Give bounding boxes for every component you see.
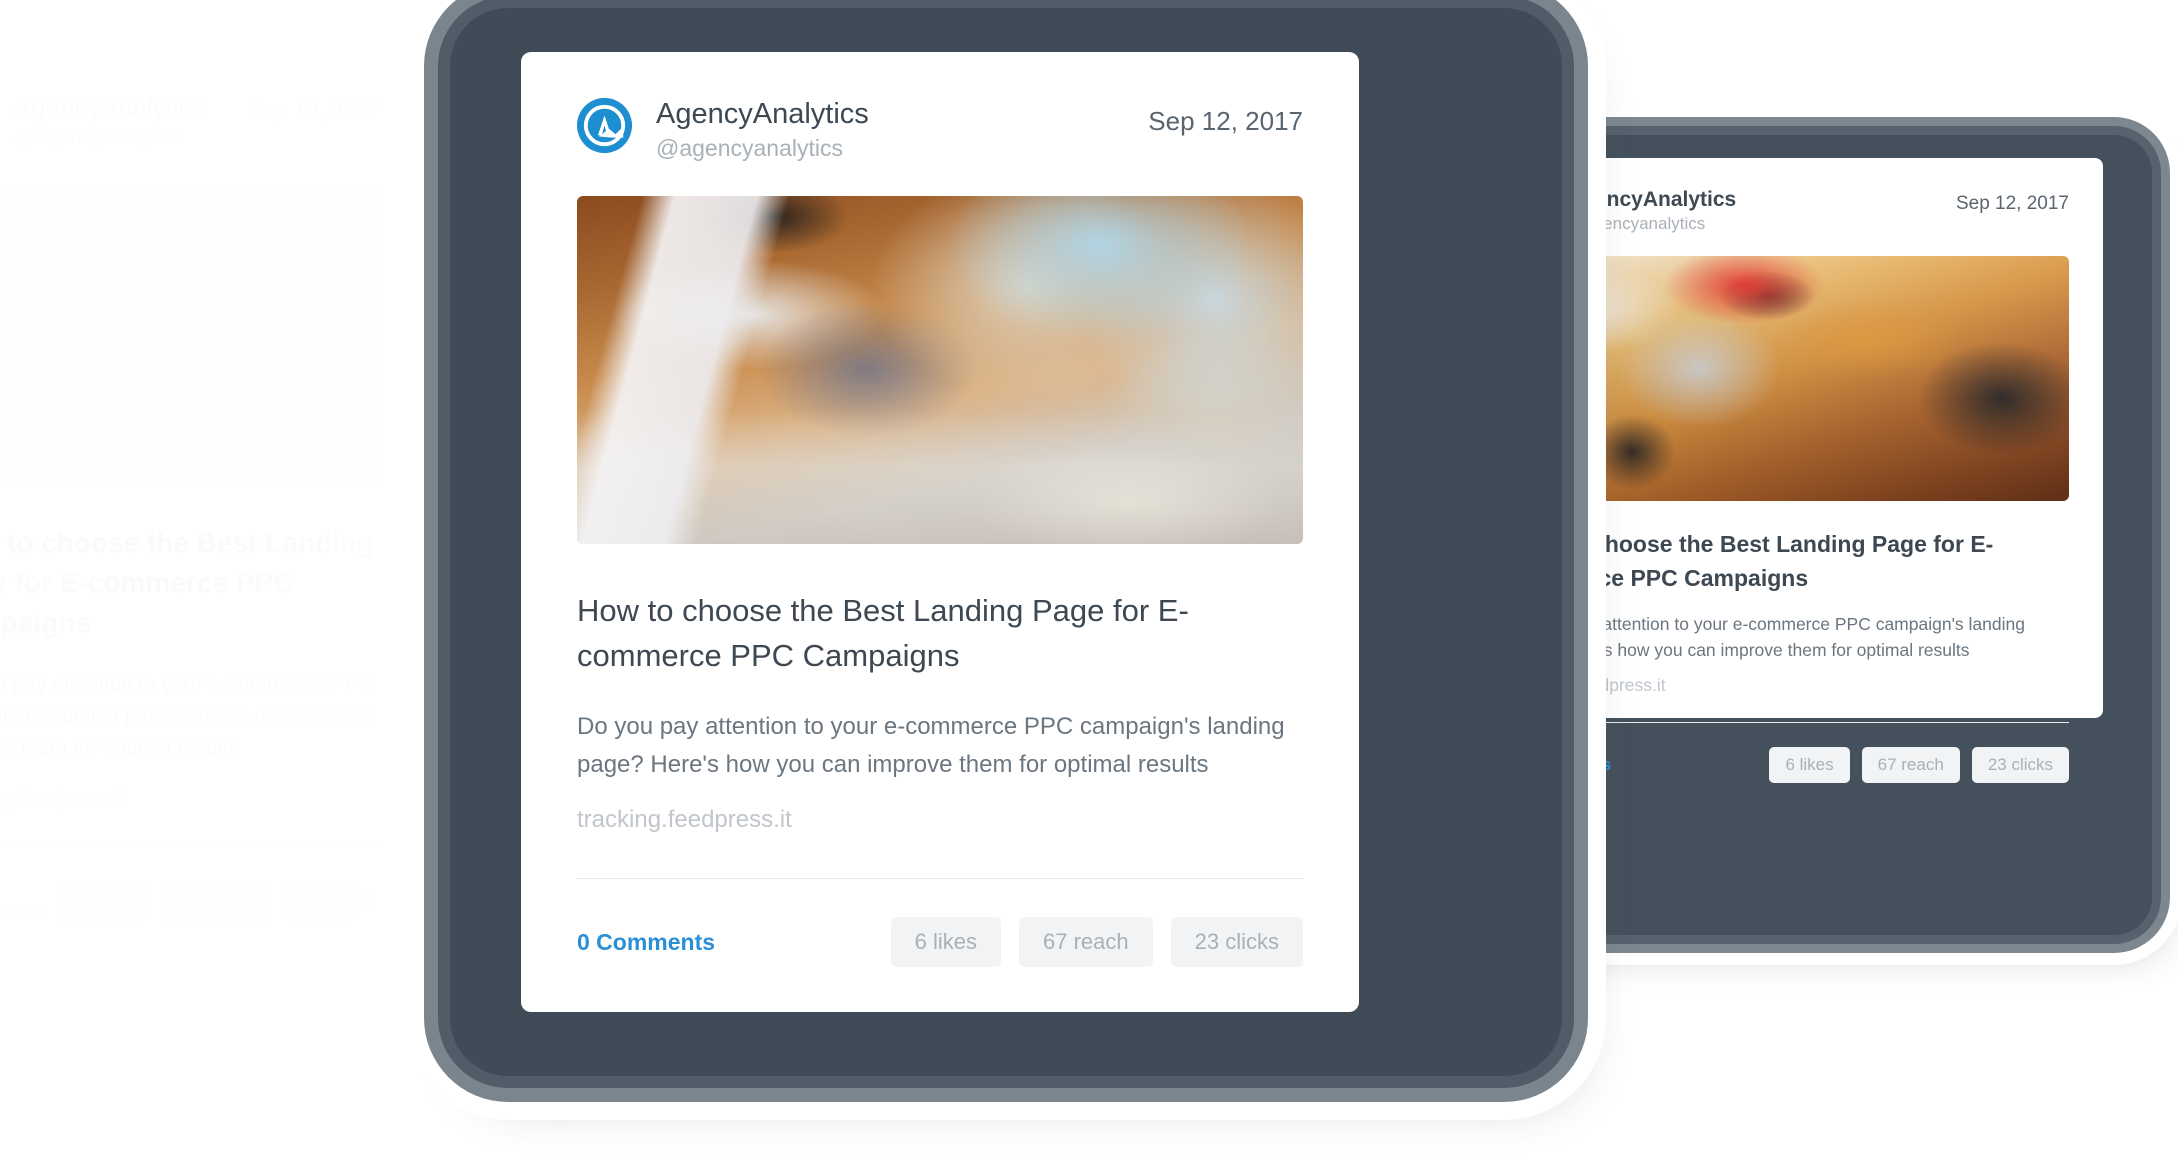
stat-pill-likes: 6 likes: [1769, 747, 1850, 783]
person-typing-on-laptop-at-desk-photo: [577, 196, 1303, 544]
post-date: Sep 12, 2017: [249, 98, 380, 123]
person-with-laptop-and-coffee-mug-photo: [1509, 256, 2069, 501]
stat-pill-likes: 6 likes: [57, 880, 148, 922]
footer-divider: [577, 878, 1303, 879]
account-handle: @agencyanalytics: [656, 135, 843, 161]
account-name: AgencyAnalytics: [1567, 188, 1737, 211]
account-names: AgencyAnalytics @agencyanalytics: [14, 92, 205, 151]
card-footer: 0 Comments 6 likes 67 reach 23 clicks: [577, 917, 1303, 967]
stat-pill-clicks: 23 clicks: [1971, 747, 2069, 783]
card-footer: 0 Comments 6 likes 67 reach 23 clicks: [1509, 747, 2069, 783]
account-handle: @agencyanalytics: [14, 126, 185, 149]
comments-link[interactable]: 0 Comments: [0, 878, 43, 924]
account-handle: @agencyanalytics: [1567, 214, 1706, 233]
post-date: Sep 12, 2017: [1148, 106, 1303, 136]
post-title[interactable]: How to choose the Best Landing Page for …: [577, 588, 1303, 678]
stat-pill-likes: 6 likes: [890, 917, 1002, 967]
stat-pill-reach: 67 reach: [161, 880, 272, 922]
stat-pill-reach: 67 reach: [1019, 917, 1153, 967]
social-post-card-left-faded[interactable]: AgencyAnalytics @agencyanalytics Sep 12,…: [0, 40, 440, 1020]
post-url[interactable]: tracking.feedpress.it: [0, 789, 380, 813]
pens-and-notebook-on-desk-photo: [0, 187, 380, 487]
card-header: AgencyAnalytics @agencyanalytics Sep 12,…: [0, 92, 380, 151]
post-url[interactable]: tracking.feedpress.it: [1509, 675, 2069, 696]
account-names: AgencyAnalytics @agencyanalytics: [1567, 188, 1736, 234]
account-name: AgencyAnalytics: [656, 98, 869, 130]
agencyanalytics-logo-icon: [577, 98, 632, 153]
social-post-card-center[interactable]: AgencyAnalytics @agencyanalytics Sep 12,…: [521, 52, 1359, 1012]
footer-divider: [1509, 722, 2069, 723]
account-names: AgencyAnalytics @agencyanalytics: [656, 98, 869, 162]
comments-link[interactable]: 0 Comments: [577, 929, 715, 956]
stats-group: 6 likes 67 reach 23 clicks: [1757, 747, 2069, 783]
post-description: Do you pay attention to your e-commerce …: [577, 713, 1285, 778]
post-title[interactable]: How to choose the Best Landing Page for …: [0, 523, 380, 643]
stats-group: 6 likes 67 reach 23 clicks: [873, 917, 1303, 967]
stat-pill-clicks: 23 clicks: [285, 880, 395, 922]
footer-divider: [0, 847, 380, 848]
post-description: Do you pay attention to your e-commerce …: [0, 673, 375, 760]
social-post-card-right[interactable]: AgencyAnalytics @agencyanalytics Sep 12,…: [1475, 158, 2103, 783]
account-identity[interactable]: AgencyAnalytics @agencyanalytics: [0, 92, 205, 151]
stats-group: 6 likes 67 reach 23 clicks: [43, 880, 395, 922]
stat-pill-reach: 67 reach: [1861, 747, 1960, 783]
account-identity[interactable]: AgencyAnalytics @agencyanalytics: [577, 98, 869, 162]
card-footer: 0 Comments 6 likes 67 reach 23 clicks: [0, 878, 395, 924]
stat-pill-clicks: 23 clicks: [1170, 917, 1303, 967]
post-date: Sep 12, 2017: [1955, 193, 2069, 214]
account-name: AgencyAnalytics: [14, 92, 205, 122]
post-url[interactable]: tracking.feedpress.it: [577, 806, 1303, 834]
card-header: AgencyAnalytics @agencyanalytics Sep 12,…: [577, 98, 1303, 162]
post-description: Do you pay attention to your e-commerce …: [1509, 614, 2025, 660]
post-title[interactable]: How to choose the Best Landing Page for …: [1509, 527, 2069, 595]
card-header: AgencyAnalytics @agencyanalytics Sep 12,…: [1509, 188, 2069, 234]
